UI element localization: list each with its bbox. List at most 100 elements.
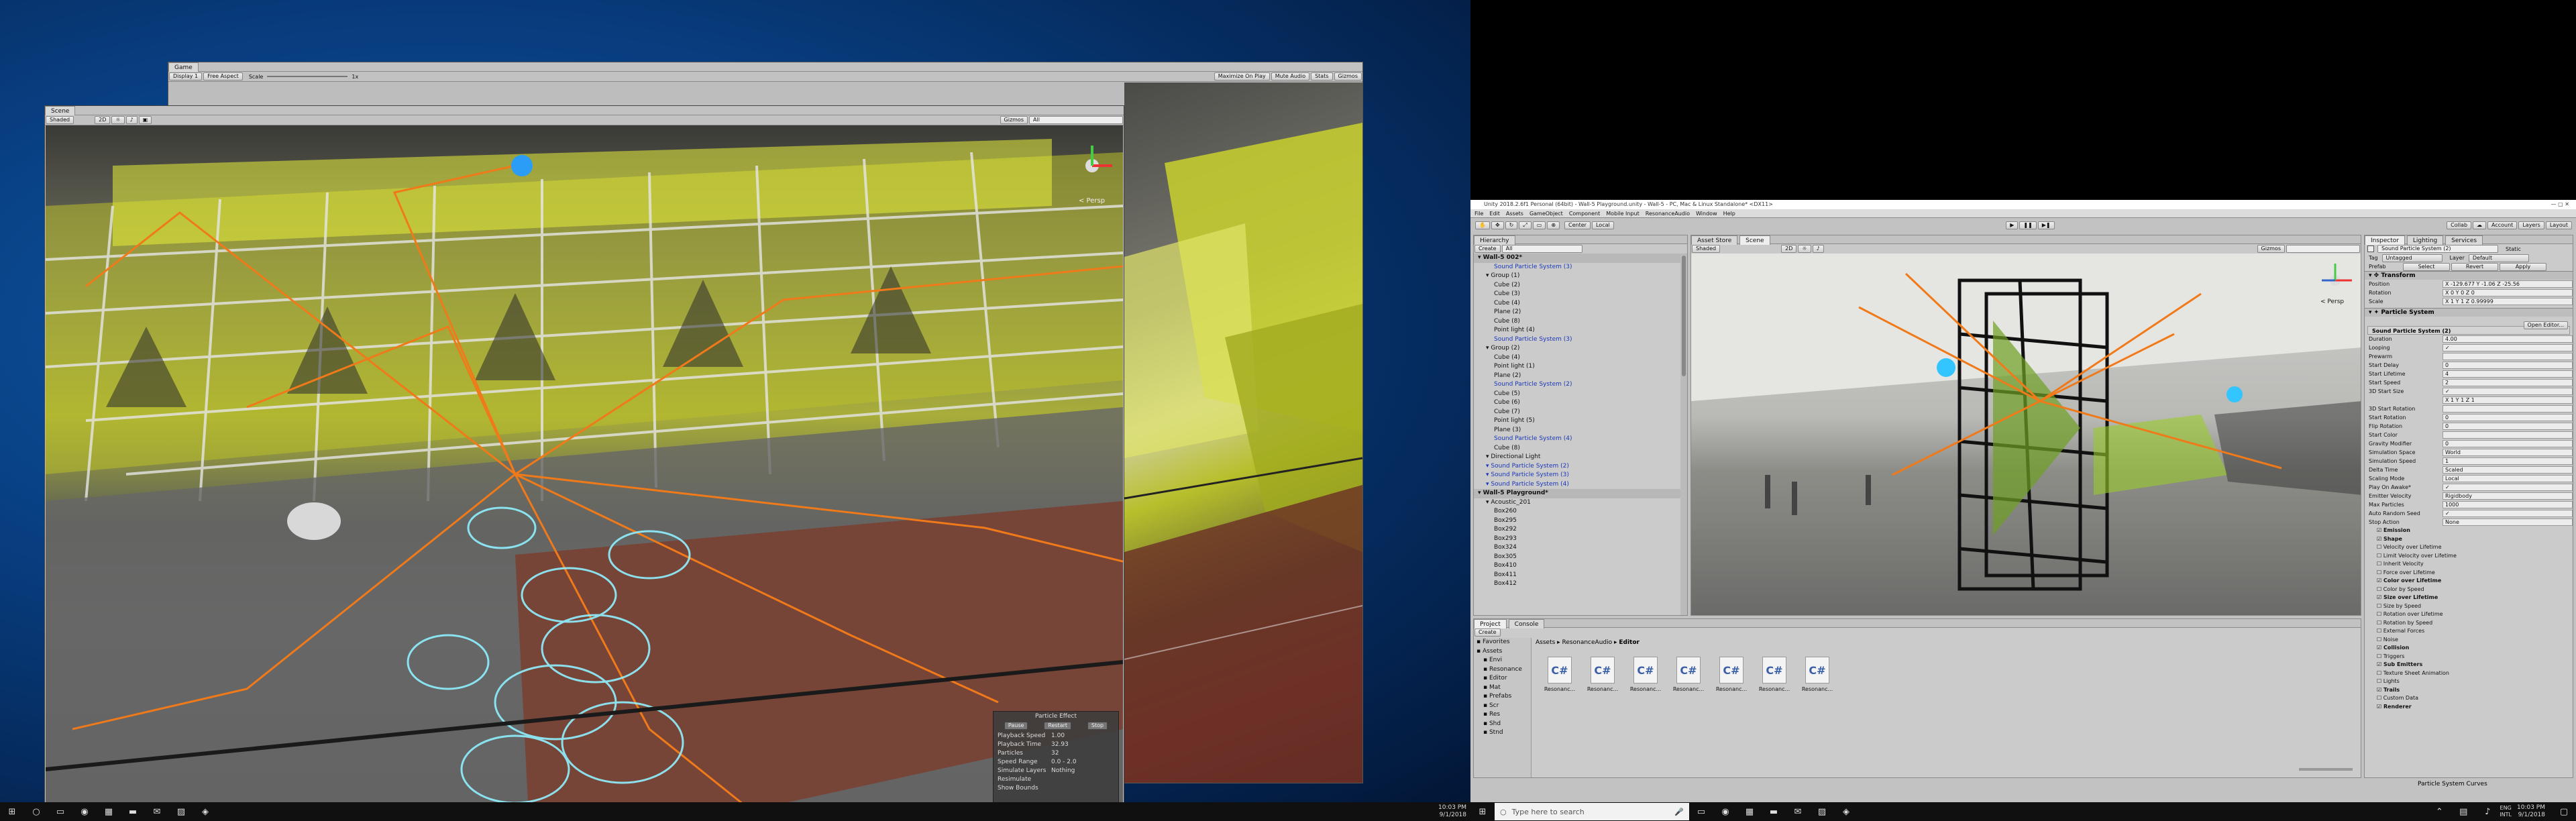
menu-file[interactable]: File [1474, 211, 1483, 217]
hierarchy-item[interactable]: Cube (7) [1474, 408, 1687, 417]
stats-toggle[interactable]: Stats [1311, 72, 1333, 80]
ps-module-item[interactable]: ☑ Shape [2365, 535, 2573, 544]
ps-property-value[interactable]: Local [2443, 475, 2573, 482]
task-view-icon[interactable]: ▭ [1693, 805, 1709, 818]
ps-property-row[interactable]: Stop Action None [2365, 518, 2573, 527]
hierarchy-item[interactable]: Cube (4) [1474, 299, 1687, 309]
project-folder-item[interactable]: ▪ Resonance [1474, 665, 1531, 675]
ps-property-row[interactable]: Flip Rotation 0 [2365, 422, 2573, 431]
transform-header[interactable]: ▾ ✥ Transform [2365, 271, 2573, 280]
hierarchy-item[interactable]: Cube (6) [1474, 398, 1687, 408]
ps-property-row[interactable]: Gravity Modifier 0 [2365, 439, 2573, 448]
menu-edit[interactable]: Edit [1489, 211, 1500, 217]
rect-tool-icon[interactable]: ▭ [1532, 221, 1546, 229]
game-tab[interactable]: Game [168, 62, 199, 72]
editor-scene-search[interactable] [2286, 244, 2360, 253]
particle-restart-button[interactable]: Restart [1044, 722, 1072, 730]
ps-property-row[interactable]: 3D Start Size ✓ [2365, 387, 2573, 396]
hierarchy-item[interactable]: Cube (8) [1474, 317, 1687, 327]
windows-start-icon[interactable]: ⊞ [4, 805, 20, 818]
ps-property-row[interactable]: Play On Awake* ✓ [2365, 483, 2573, 492]
show-bounds-checkbox[interactable]: Show Bounds [994, 784, 1118, 793]
step-button-icon[interactable]: ▶❚ [2037, 221, 2055, 229]
ps-property-row[interactable]: Scaling Mode Local [2365, 474, 2573, 483]
ps-property-row[interactable]: Start Rotation 0 [2365, 413, 2573, 422]
network-icon[interactable]: ▤ [2455, 805, 2471, 818]
breadcrumb-resonanceaudio[interactable]: ResonanceAudio [1562, 639, 1613, 646]
hierarchy-item[interactable]: Cube (4) [1474, 353, 1687, 363]
module-checkbox-icon[interactable]: ☑ [2377, 661, 2383, 667]
expand-arrow-icon[interactable]: ▾ [1478, 254, 1483, 261]
gizmos-dropdown[interactable]: Gizmos [1000, 116, 1028, 124]
module-checkbox-icon[interactable]: ☐ [2377, 670, 2383, 676]
ps-module-item[interactable]: ☑ Sub Emitters [2365, 661, 2573, 669]
hierarchy-item[interactable]: Box295 [1474, 516, 1687, 526]
ps-module-item[interactable]: ☐ Inherit Velocity [2365, 560, 2573, 569]
hierarchy-item[interactable]: Point light (4) [1474, 326, 1687, 335]
csharp-script-asset[interactable]: C# Resonanc... [1541, 657, 1578, 692]
module-checkbox-icon[interactable]: ☐ [2377, 553, 2383, 559]
hierarchy-item[interactable]: ▾ Group (2) [1474, 344, 1687, 353]
position-row[interactable]: Position X -129.677 Y -1.06 Z -25.56 [2365, 280, 2573, 288]
ps-property-value[interactable] [2443, 405, 2573, 413]
ps-property-row[interactable]: Simulation Space World [2365, 448, 2573, 457]
ps-property-value[interactable]: Rigidbody [2443, 492, 2573, 500]
hierarchy-search-input[interactable]: All [1501, 245, 1582, 253]
hierarchy-item[interactable]: ▾ Wall-5 Playground* [1474, 489, 1687, 498]
right-clock[interactable]: 10:03 PM 9/1/2018 [2517, 804, 2545, 819]
module-checkbox-icon[interactable]: ☐ [2377, 586, 2383, 592]
particle-stop-button[interactable]: Stop [1087, 722, 1108, 730]
hierarchy-item[interactable]: Box411 [1474, 571, 1687, 580]
ps-module-item[interactable]: ☑ Size over Lifetime [2365, 594, 2573, 602]
hierarchy-item[interactable]: ▾ Sound Particle System (3) [1474, 471, 1687, 480]
layout-dropdown[interactable]: Layout [2545, 221, 2573, 229]
ps-property-value[interactable]: 1 [2443, 457, 2573, 465]
hierarchy-item[interactable]: Plane (2) [1474, 372, 1687, 381]
csharp-script-asset[interactable]: C# Resonanc... [1756, 657, 1793, 692]
ps-property-row[interactable]: Simulation Speed 1 [2365, 457, 2573, 466]
ps-property-row[interactable]: Auto Random Seed ✓ [2365, 509, 2573, 518]
chrome-icon[interactable]: ◉ [1717, 805, 1733, 818]
editor-light-icon[interactable]: ☼ [1798, 244, 1811, 253]
hierarchy-item[interactable]: ▾ Group (1) [1474, 272, 1687, 281]
editor-gizmos-dropdown[interactable]: Gizmos [2257, 244, 2285, 253]
hierarchy-item[interactable]: Box412 [1474, 580, 1687, 589]
ps-module-item[interactable]: ☑ Emission [2365, 527, 2573, 535]
ps-module-item[interactable]: ☐ Force over Lifetime [2365, 569, 2573, 578]
asset-store-tab[interactable]: Asset Store [1691, 235, 1738, 245]
editor-2d-toggle[interactable]: 2D [1781, 244, 1797, 253]
ps-property-value[interactable]: 0 [2443, 414, 2573, 421]
game-viewport[interactable] [1124, 83, 1362, 783]
module-checkbox-icon[interactable]: ☑ [2377, 645, 2383, 651]
left-clock[interactable]: 10:03 PM 9/1/2018 [1438, 804, 1466, 819]
layer-dropdown[interactable]: Default [2468, 254, 2529, 262]
csharp-script-asset[interactable]: C# Resonanc... [1670, 657, 1707, 692]
module-checkbox-icon[interactable]: ☐ [2377, 695, 2383, 701]
search-icon[interactable]: ○ [28, 805, 44, 818]
unity-icon[interactable]: ◈ [1838, 805, 1854, 818]
module-checkbox-icon[interactable]: ☑ [2377, 536, 2383, 542]
hierarchy-item[interactable]: Point light (5) [1474, 417, 1687, 426]
ps-property-value[interactable]: Scaled [2443, 466, 2573, 474]
store-icon[interactable]: ▦ [101, 805, 117, 818]
module-checkbox-icon[interactable]: ☐ [2377, 569, 2383, 576]
hierarchy-item[interactable]: Plane (2) [1474, 308, 1687, 317]
ps-property-row[interactable]: Start Speed 2 [2365, 378, 2573, 387]
menu-gameobject[interactable]: GameObject [1529, 211, 1563, 217]
notifications-icon[interactable]: ▢ [2556, 805, 2572, 818]
tag-dropdown[interactable]: Untagged [2381, 254, 2443, 262]
hierarchy-item[interactable]: Cube (2) [1474, 281, 1687, 290]
effects-toggle-icon[interactable]: ▣ [138, 116, 152, 124]
photos-icon[interactable]: ▨ [1814, 805, 1830, 818]
hierarchy-item[interactable]: Box324 [1474, 543, 1687, 553]
window-controls[interactable]: — ▢ ✕ [2551, 200, 2569, 209]
chrome-icon[interactable]: ◉ [76, 805, 93, 818]
ps-module-item[interactable]: ☑ Color over Lifetime [2365, 577, 2573, 586]
menu-window[interactable]: Window [1696, 211, 1717, 217]
ps-property-row[interactable]: X 1 Y 1 Z 1 [2365, 396, 2573, 404]
volume-icon[interactable]: ♪ [2479, 805, 2496, 818]
pivot-center-toggle[interactable]: Center [1564, 221, 1591, 229]
editor-shading-dropdown[interactable]: Shaded [1692, 244, 1721, 253]
hierarchy-item[interactable]: Box292 [1474, 525, 1687, 535]
project-tab[interactable]: Project [1474, 619, 1507, 628]
